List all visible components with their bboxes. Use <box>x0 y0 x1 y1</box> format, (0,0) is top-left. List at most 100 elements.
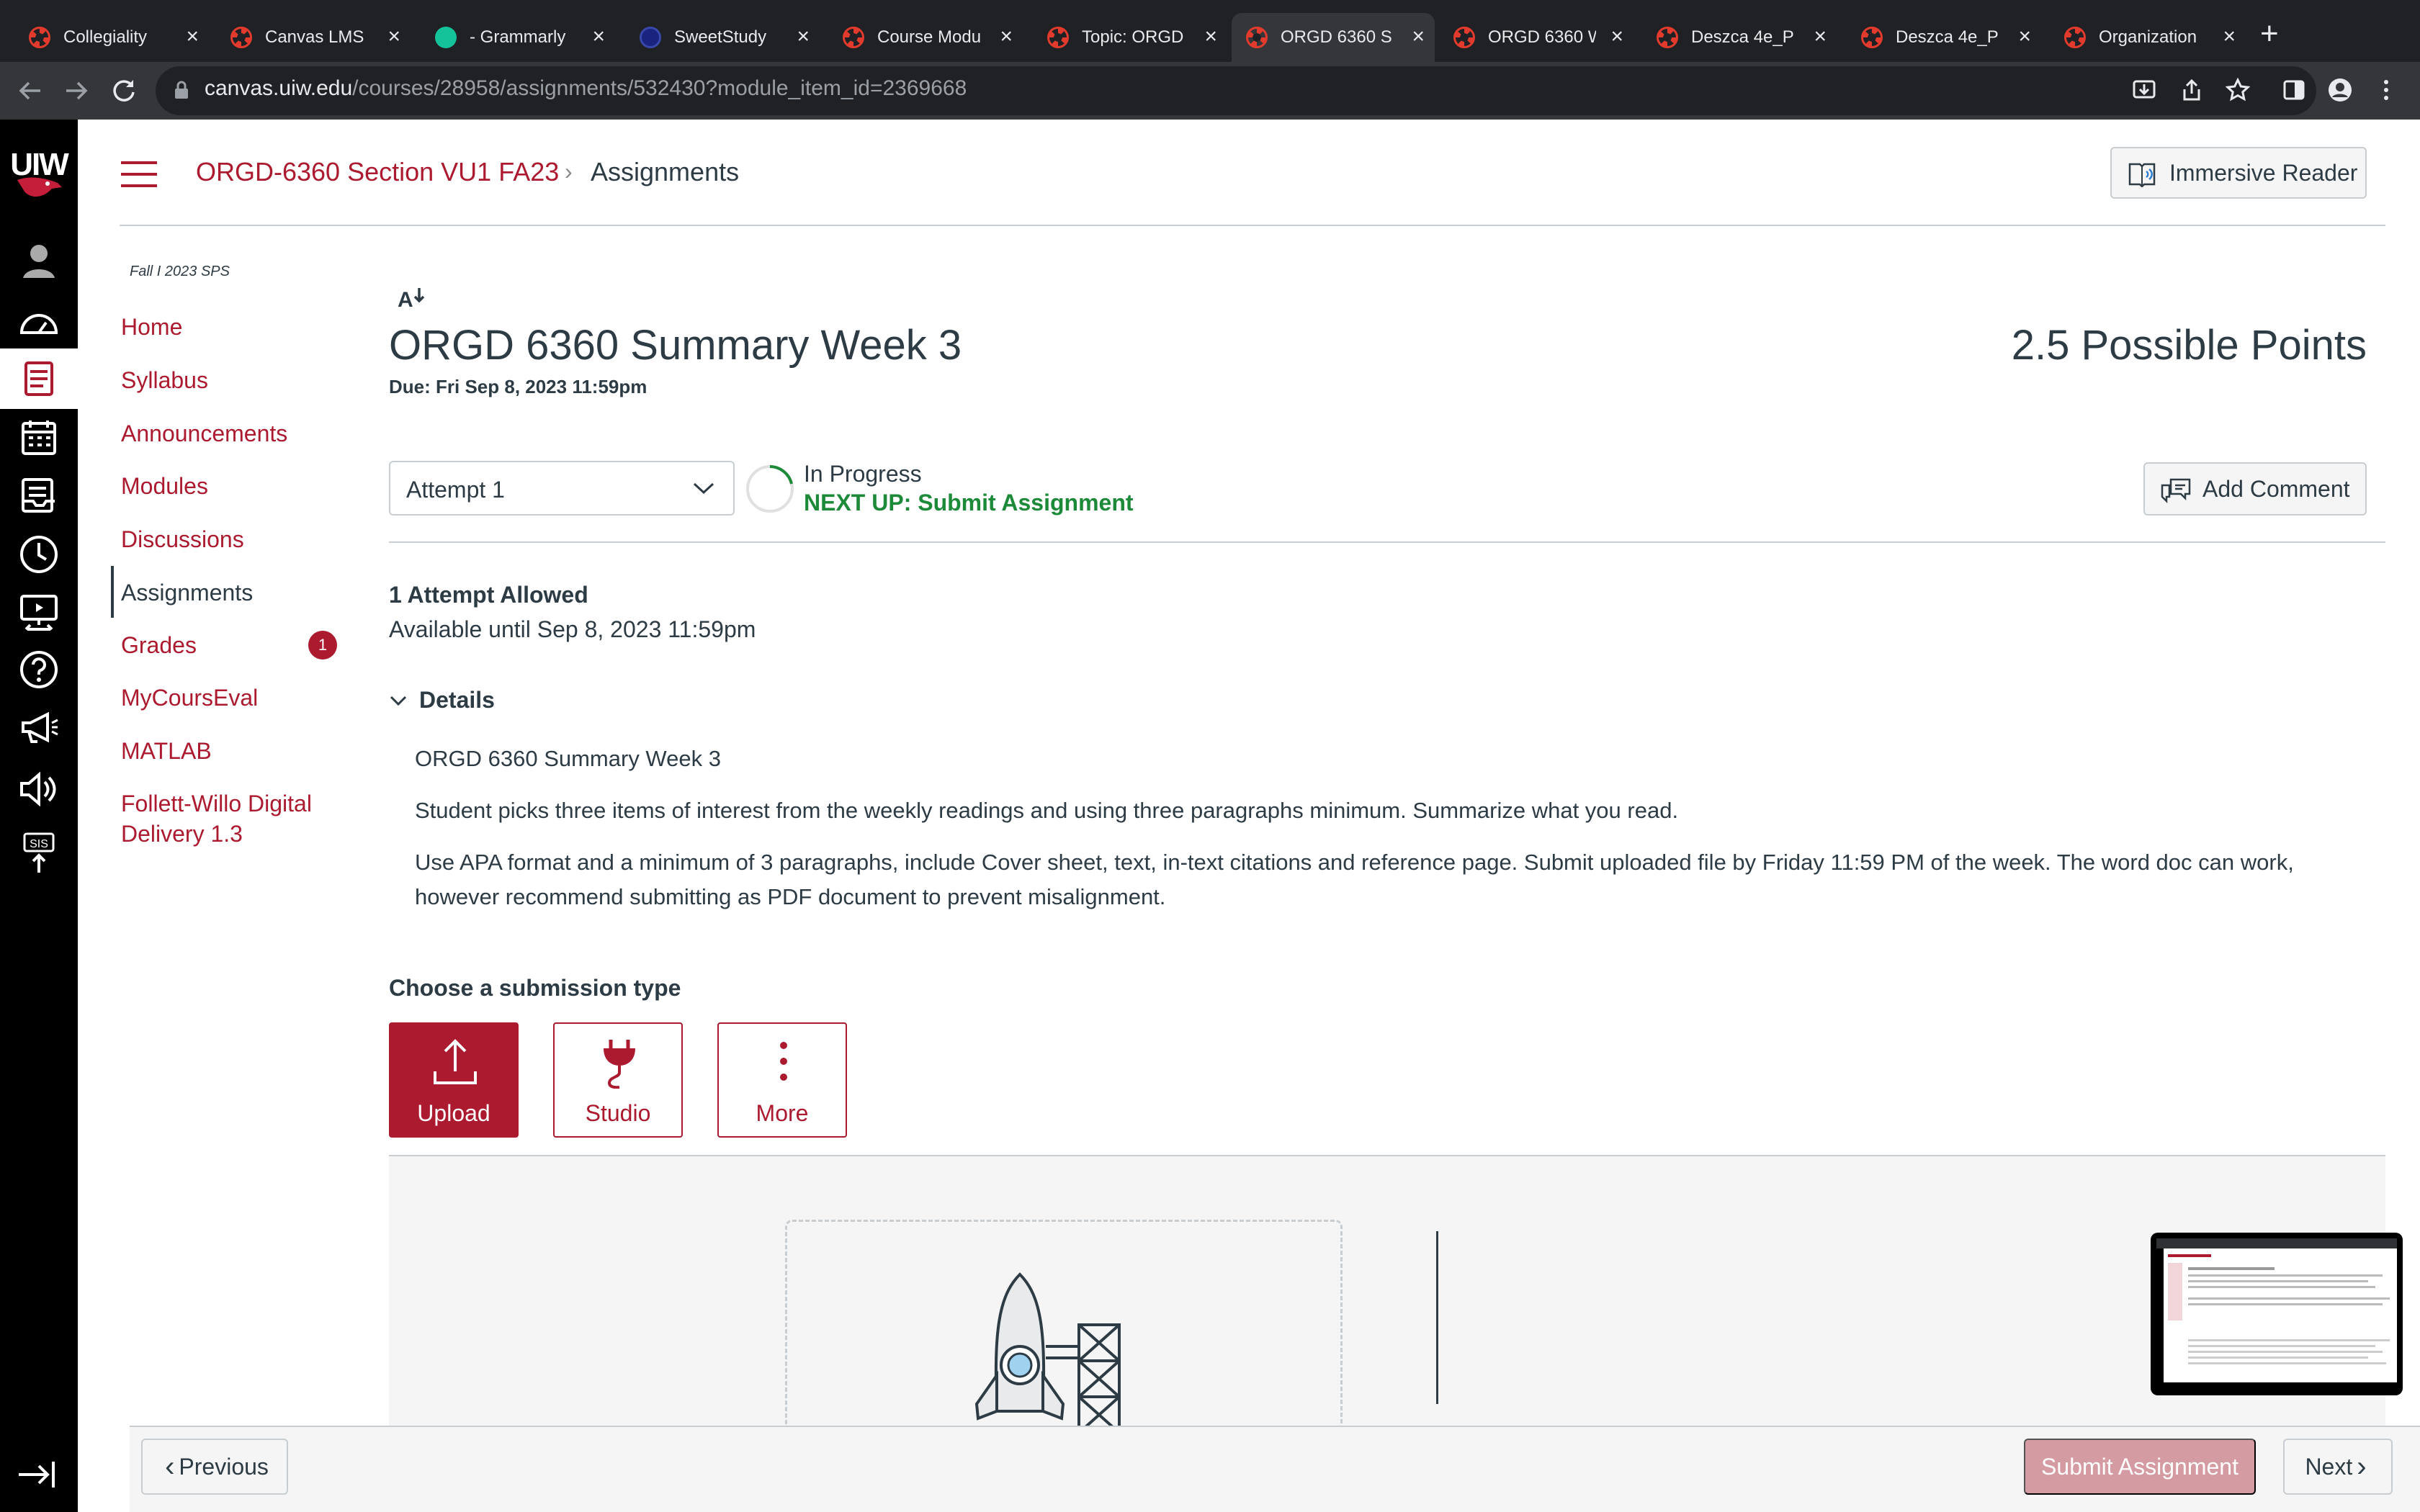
previous-button[interactable]: ‹ Previous <box>141 1439 288 1495</box>
tab-label: Deszca 4e_P <box>1691 27 1794 47</box>
close-icon[interactable]: × <box>1000 24 1013 49</box>
close-icon[interactable]: × <box>1814 24 1827 49</box>
course-nav-discussions[interactable]: Discussions <box>121 526 244 553</box>
calendar-icon[interactable] <box>16 415 62 461</box>
immersive-reader-button[interactable]: Immersive Reader <box>2110 147 2367 199</box>
tab-label: Course Modu <box>877 27 982 47</box>
details-toggle[interactable]: Details <box>389 687 495 714</box>
available-until: Available until Sep 8, 2023 11:59pm <box>389 616 756 642</box>
help-icon[interactable] <box>16 647 62 693</box>
comment-icon <box>2161 478 2191 504</box>
collapse-nav-icon[interactable] <box>16 1459 59 1490</box>
dashboard-icon[interactable] <box>16 300 62 346</box>
grades-count-badge: 1 <box>308 631 337 660</box>
details-paragraph: Student picks three items of interest fr… <box>415 798 1679 823</box>
cardinal-icon <box>17 177 62 197</box>
browser-tab[interactable]: SweetStudy × <box>625 13 820 62</box>
attempt-select-value: Attempt 1 <box>406 477 505 503</box>
browser-tab[interactable]: Collegiality × <box>14 13 209 62</box>
immersive-reader-label: Immersive Reader <box>2169 159 2358 186</box>
screen-preview-thumbnail[interactable] <box>2151 1233 2403 1395</box>
submit-assignment-button[interactable]: Submit Assignment <box>2024 1439 2256 1495</box>
bookmark-star-icon[interactable] <box>2226 78 2250 102</box>
courses-icon[interactable] <box>16 356 62 402</box>
breadcrumb-course[interactable]: ORGD-6360 Section VU1 FA23 <box>196 157 559 187</box>
course-nav-syllabus[interactable]: Syllabus <box>121 367 208 394</box>
submission-status: In Progress <box>804 461 922 487</box>
lock-icon[interactable] <box>174 81 189 99</box>
close-icon[interactable]: × <box>1204 24 1217 49</box>
next-label: Next <box>2305 1453 2353 1480</box>
course-nav-grades[interactable]: Grades <box>121 632 197 659</box>
close-icon[interactable]: × <box>1412 24 1425 49</box>
course-nav-follett-line2[interactable]: Delivery 1.3 <box>121 821 243 847</box>
back-icon[interactable] <box>16 76 45 105</box>
close-icon[interactable]: × <box>186 24 199 49</box>
course-nav-announcements[interactable]: Announcements <box>121 420 287 447</box>
share-icon[interactable] <box>2179 78 2204 102</box>
possible-points: 2.5 Possible Points <box>2011 322 2367 369</box>
tab-label: - Grammarly <box>470 27 566 47</box>
section-divider <box>389 541 2385 543</box>
close-icon[interactable]: × <box>1610 24 1623 49</box>
chevron-left-icon: ‹ <box>165 1451 175 1482</box>
grammarly-icon <box>435 27 457 48</box>
accessibility-reader-icon[interactable]: A <box>398 285 429 310</box>
course-nav-follett[interactable]: Follett-Willo Digital <box>121 791 312 817</box>
course-nav-home[interactable]: Home <box>121 314 182 341</box>
browser-tab[interactable]: Deszca 4e_P × <box>1642 13 1837 62</box>
studio-type-label: Studio <box>585 1100 651 1126</box>
browser-tab[interactable]: Topic: ORGD × <box>1033 13 1227 62</box>
browser-tab[interactable]: ORGD 6360 W × <box>1439 13 1634 62</box>
new-tab-icon[interactable]: + <box>2260 16 2279 52</box>
previous-label: Previous <box>179 1453 269 1480</box>
browser-menu-icon[interactable] <box>2374 78 2398 102</box>
add-comment-label: Add Comment <box>2202 475 2350 502</box>
add-comment-button[interactable]: Add Comment <box>2143 462 2367 516</box>
canvas-icon <box>1453 27 1475 48</box>
assignment-title: ORGD 6360 Summary Week 3 <box>389 322 962 369</box>
browser-tab-active[interactable]: ORGD 6360 S × <box>1232 13 1435 62</box>
account-icon[interactable] <box>16 238 62 284</box>
forward-icon[interactable] <box>62 76 91 105</box>
close-icon[interactable]: × <box>797 24 810 49</box>
browser-tab[interactable]: Course Modu × <box>828 13 1023 62</box>
browser-tab[interactable]: Canvas LMS × <box>216 13 411 62</box>
browser-tab[interactable]: Organization × <box>2050 13 2246 62</box>
chevron-down-icon[interactable] <box>691 480 716 497</box>
close-icon[interactable]: × <box>2018 24 2031 49</box>
studio-icon[interactable] <box>16 589 62 635</box>
close-icon[interactable]: × <box>592 24 605 49</box>
sis-icon[interactable]: SIS <box>16 829 62 876</box>
browser-tab[interactable]: Deszca 4e_P × <box>1847 13 2041 62</box>
history-icon[interactable] <box>16 531 62 577</box>
upload-type-button[interactable]: Upload <box>389 1022 519 1138</box>
browser-tab-bar: Collegiality × Canvas LMS × - Grammarly … <box>0 0 2420 62</box>
more-type-button[interactable]: More <box>717 1022 847 1138</box>
more-type-label: More <box>756 1100 809 1126</box>
browser-tab[interactable]: - Grammarly × <box>421 13 615 62</box>
inbox-icon[interactable] <box>16 472 62 518</box>
install-app-icon[interactable] <box>2132 78 2156 102</box>
uiw-logo[interactable]: UIW <box>0 147 78 204</box>
side-panel-icon[interactable] <box>2282 78 2306 102</box>
next-button[interactable]: Next › <box>2283 1439 2393 1495</box>
course-nav-matlab[interactable]: MATLAB <box>121 738 212 765</box>
reload-icon[interactable] <box>109 76 138 105</box>
studio-type-button[interactable]: Studio <box>553 1022 683 1138</box>
course-nav-mycourseval[interactable]: MyCoursEval <box>121 685 258 711</box>
attempt-select[interactable]: Attempt 1 <box>389 461 735 516</box>
profile-icon[interactable] <box>2328 78 2352 102</box>
url-text[interactable]: canvas.uiw.edu/courses/28958/assignments… <box>205 76 967 101</box>
course-nav-assignments[interactable]: Assignments <box>121 580 253 606</box>
close-icon[interactable]: × <box>2223 24 2236 49</box>
course-menu-toggle[interactable] <box>121 161 157 187</box>
announcements-icon[interactable] <box>16 704 62 750</box>
media-icon[interactable] <box>16 766 62 812</box>
upload-divider <box>1436 1231 1438 1404</box>
course-nav-modules[interactable]: Modules <box>121 473 208 500</box>
upload-icon <box>434 1039 477 1084</box>
close-icon[interactable]: × <box>387 24 400 49</box>
svg-text:A: A <box>398 288 413 310</box>
sweetstudy-icon <box>640 27 661 48</box>
